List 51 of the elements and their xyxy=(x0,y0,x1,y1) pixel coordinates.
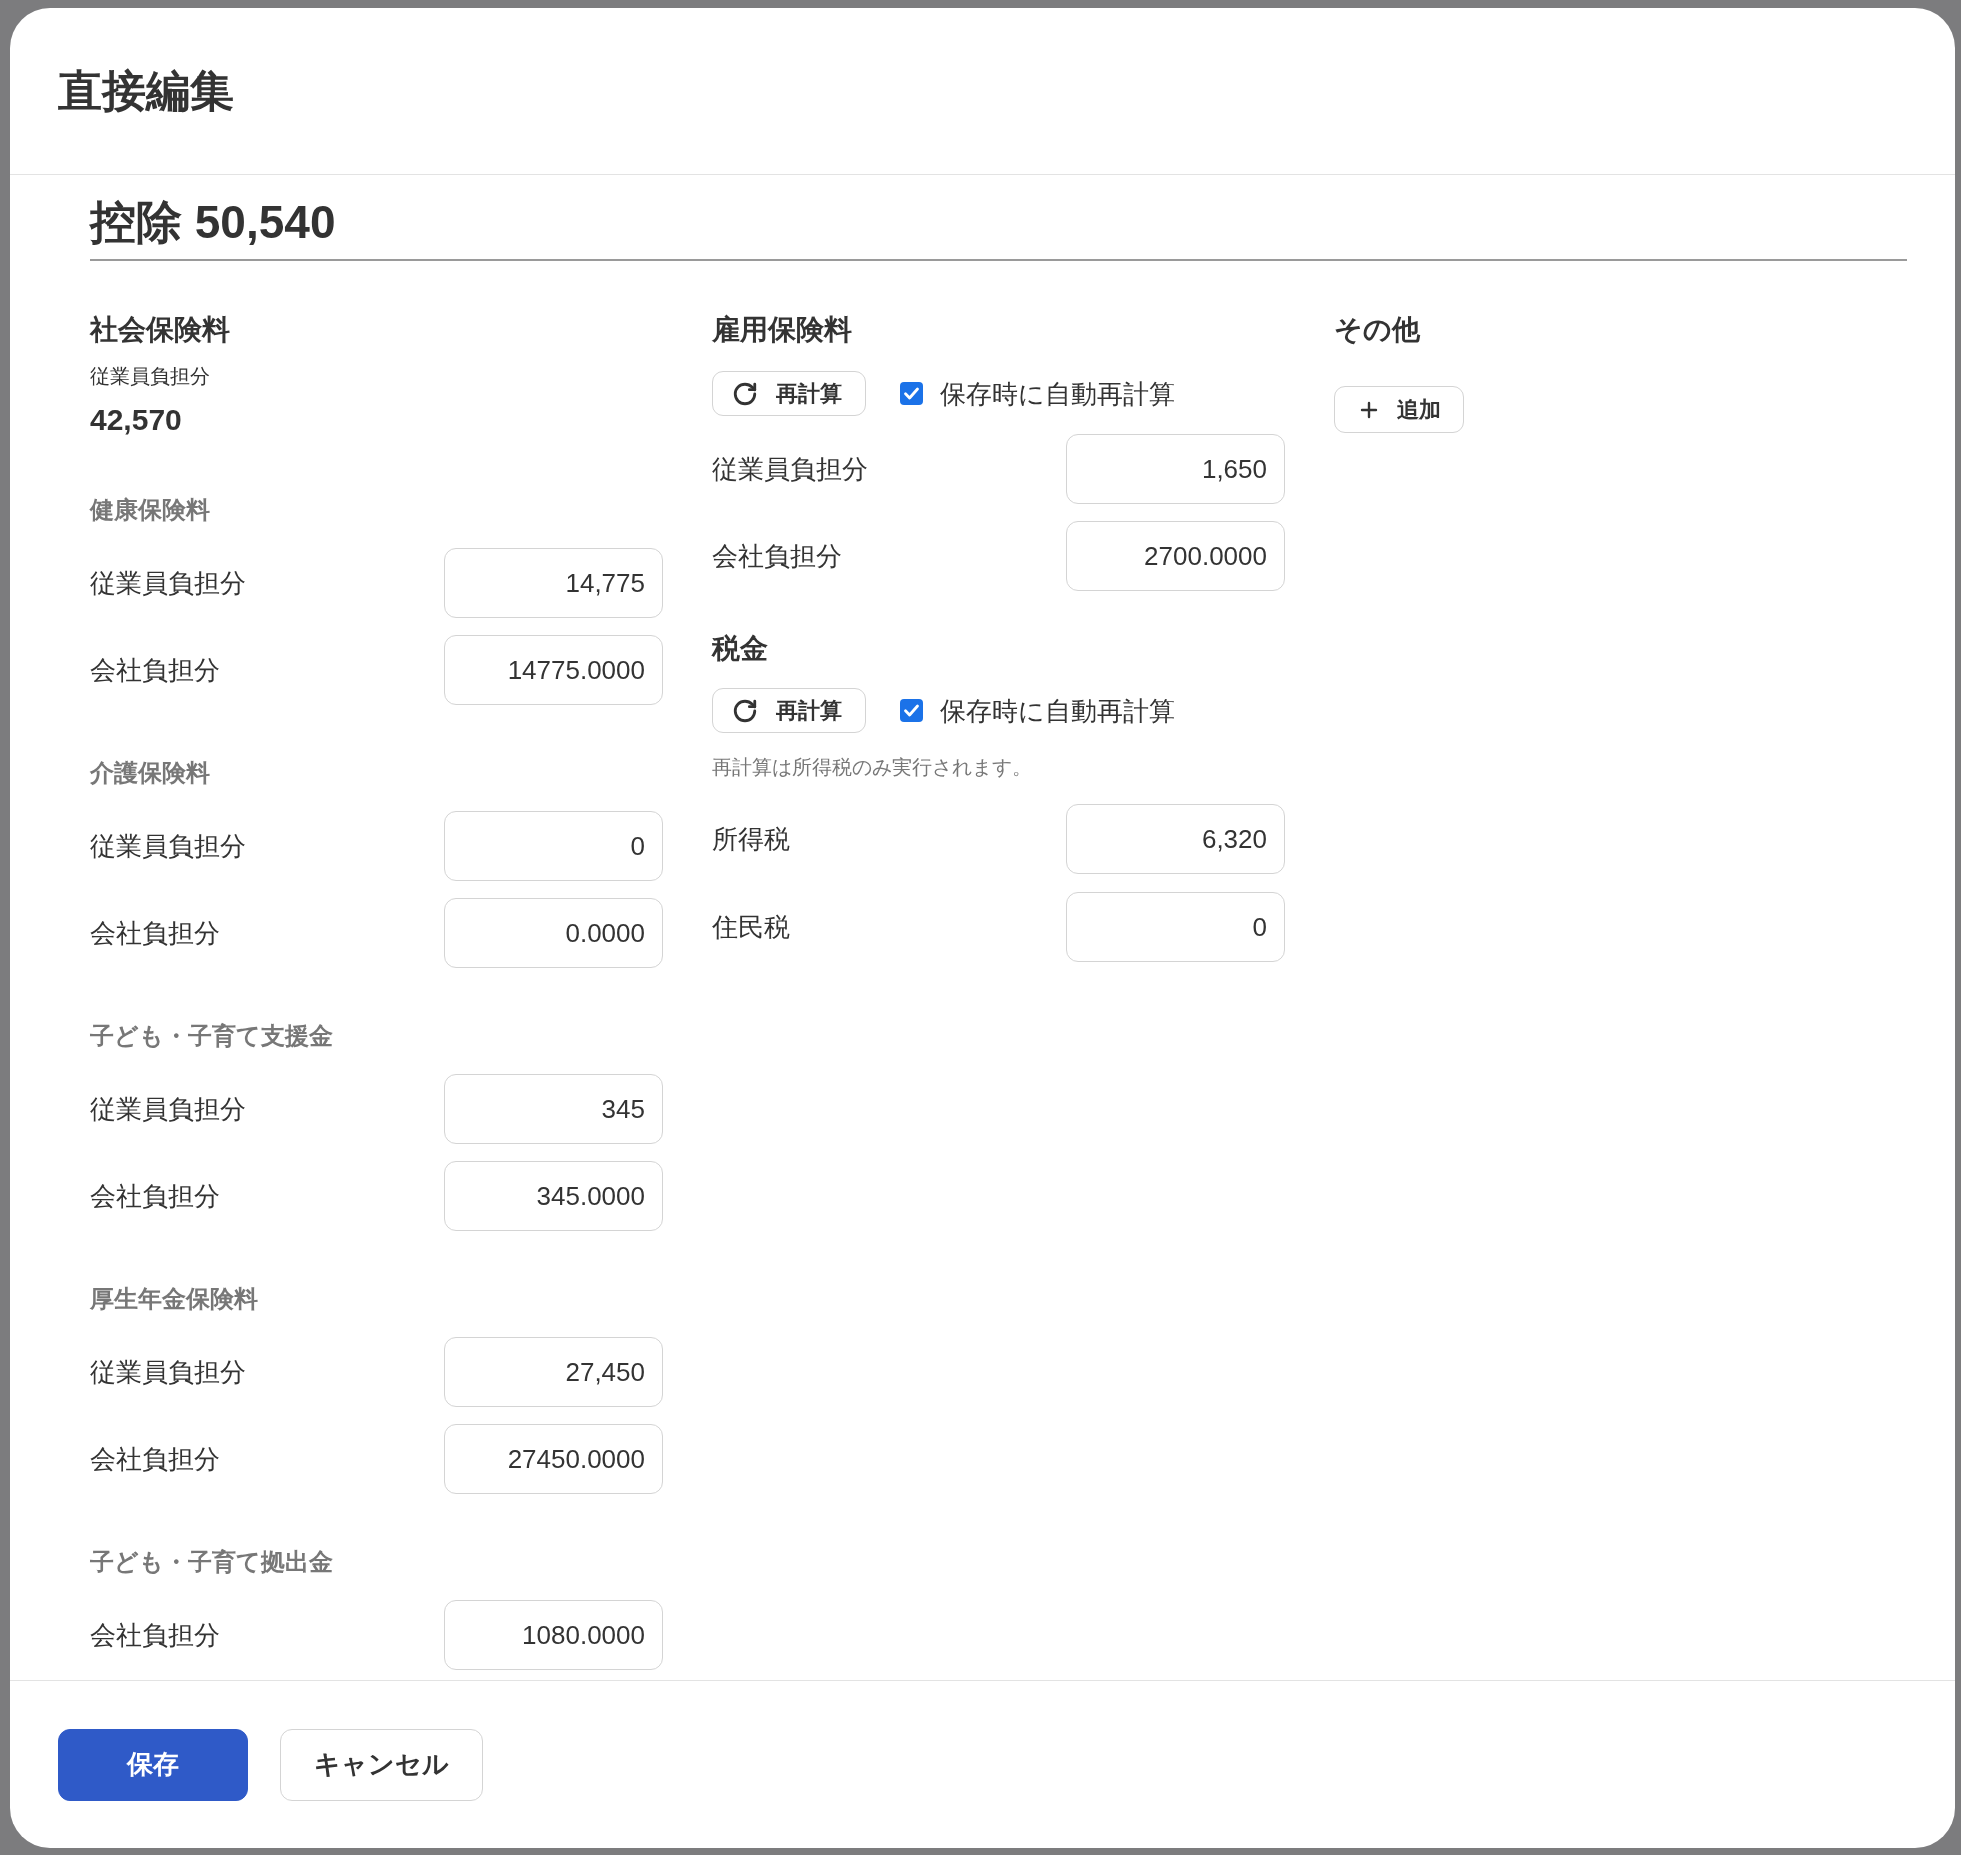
recalculate-note: 再計算は所得税のみ実行されます。 xyxy=(712,755,1032,780)
field-label: 住民税 xyxy=(712,911,790,943)
amount-field[interactable]: 14,775 xyxy=(444,548,663,618)
field-label: 従業員負担分 xyxy=(90,830,246,862)
checkbox-checked-icon[interactable] xyxy=(900,699,923,722)
amount-field[interactable]: 0 xyxy=(1066,892,1285,962)
cancel-button[interactable]: キャンセル xyxy=(280,1728,483,1801)
amount-field[interactable]: 345.0000 xyxy=(444,1161,663,1231)
total-label: 従業員負担分 xyxy=(90,364,210,389)
section-title: 雇用保険料 xyxy=(712,313,852,347)
field-label: 従業員負担分 xyxy=(90,1093,246,1125)
section-title: その他 xyxy=(1334,313,1420,347)
add-button[interactable]: 追加 xyxy=(1334,386,1464,433)
recalculate-button[interactable]: 再計算 xyxy=(712,371,866,416)
field-label: 会社負担分 xyxy=(90,917,220,949)
refresh-icon xyxy=(732,380,758,407)
checkbox-label[interactable]: 保存時に自動再計算 xyxy=(940,694,1175,727)
amount-field[interactable]: 345 xyxy=(444,1074,663,1144)
deduction-total: 控除 50,540 xyxy=(90,195,336,250)
field-label: 従業員負担分 xyxy=(712,453,868,485)
dialog-title: 直接編集 xyxy=(58,65,234,117)
field-label: 会社負担分 xyxy=(90,1619,220,1651)
recalculate-button[interactable]: 再計算 xyxy=(712,688,866,733)
save-button[interactable]: 保存 xyxy=(58,1728,248,1801)
amount-field[interactable]: 6,320 xyxy=(1066,804,1285,874)
amount-field[interactable]: 1,650 xyxy=(1066,434,1285,504)
amount-field[interactable]: 0 xyxy=(444,811,663,881)
section-title: 税金 xyxy=(712,632,768,666)
amount-field[interactable]: 27,450 xyxy=(444,1337,663,1407)
field-label: 会社負担分 xyxy=(90,1443,220,1475)
group-title: 健康保険料 xyxy=(90,495,210,525)
group-title: 介護保険料 xyxy=(90,758,210,788)
total-amount: 42,570 xyxy=(90,402,182,438)
field-label: 会社負担分 xyxy=(90,1180,220,1212)
checkbox-checked-icon[interactable] xyxy=(900,382,923,405)
field-label: 従業員負担分 xyxy=(90,1356,246,1388)
amount-field[interactable]: 1080.0000 xyxy=(444,1600,663,1670)
amount-field[interactable]: 27450.0000 xyxy=(444,1424,663,1494)
field-label: 会社負担分 xyxy=(712,540,842,572)
amount-field[interactable]: 14775.0000 xyxy=(444,635,663,705)
group-title: 厚生年金保険料 xyxy=(90,1284,258,1314)
field-label: 従業員負担分 xyxy=(90,567,246,599)
checkbox-label[interactable]: 保存時に自動再計算 xyxy=(940,377,1175,410)
refresh-icon xyxy=(732,697,758,724)
amount-field[interactable]: 2700.0000 xyxy=(1066,521,1285,591)
section-title: 社会保険料 xyxy=(90,313,230,347)
group-title: 子ども・子育て支援金 xyxy=(90,1021,333,1051)
amount-field[interactable]: 0.0000 xyxy=(444,898,663,968)
group-title: 子ども・子育て拠出金 xyxy=(90,1547,333,1577)
field-label: 所得税 xyxy=(712,823,790,855)
field-label: 会社負担分 xyxy=(90,654,220,686)
